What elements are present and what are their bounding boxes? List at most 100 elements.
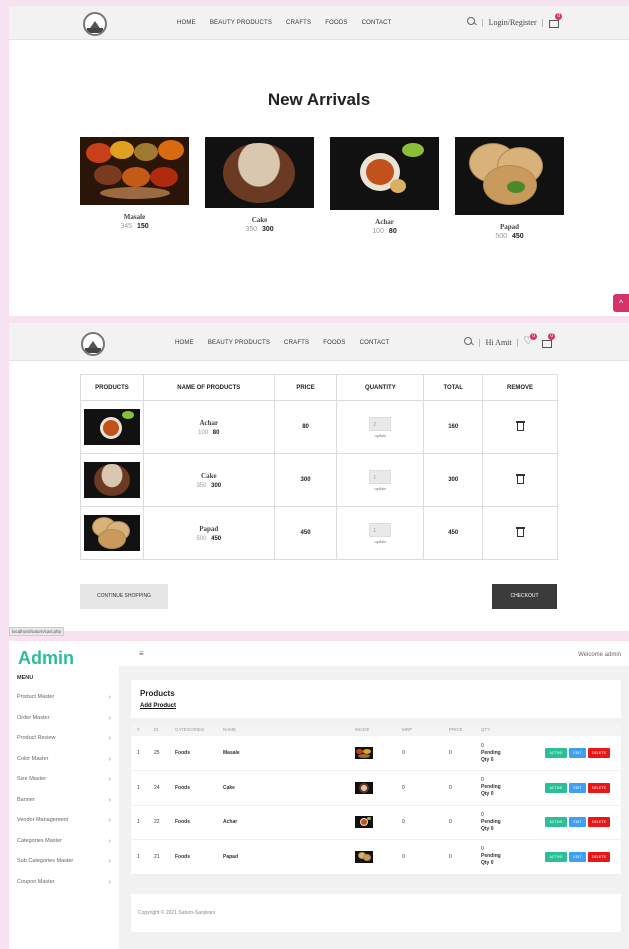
admin-panel: Admin MENU Product Master › Order Master ›… (9, 641, 629, 949)
sidebar-item-banner[interactable]: Banner › (17, 797, 111, 804)
checkout-button[interactable]: CHECKOUT (492, 584, 557, 609)
nav-crafts[interactable]: CRAFTS (286, 20, 311, 26)
product-name[interactable]: Achar (330, 218, 439, 226)
product-card-achar[interactable]: Achar 100 80 (330, 137, 439, 235)
nav-foods[interactable]: FOODS (323, 340, 345, 346)
col-products: PRODUCTS (80, 374, 144, 401)
cart-product-name[interactable]: Achar (144, 419, 274, 427)
quantity-input[interactable]: 1 (369, 522, 392, 537)
col-price: PRICE (443, 723, 475, 736)
edit-button[interactable]: EDIT (569, 817, 586, 828)
continue-shopping-button[interactable]: CONTINUE SHOPPING (80, 584, 168, 609)
row-name: Papad (217, 839, 349, 875)
sidebar-item-product-master[interactable]: Product Master › (17, 694, 111, 701)
row-name: Cake (217, 770, 349, 806)
row-mrp: 0 (396, 770, 443, 806)
update-link[interactable]: update (337, 433, 423, 438)
cart-product-name[interactable]: Papad (144, 525, 274, 533)
add-product-link[interactable]: Add Product (140, 703, 176, 709)
active-button[interactable]: ACTIVE (545, 748, 567, 758)
delete-button[interactable]: DELETE (588, 748, 610, 758)
pending-label: Pending (481, 853, 501, 860)
edit-button[interactable]: EDIT (569, 851, 586, 862)
chevron-right-icon: › (108, 755, 111, 763)
edit-button[interactable]: EDIT (569, 782, 586, 793)
storefront-home: HOME BEAUTY PRODUCTS CRAFTS FOODS CONTAC… (9, 6, 629, 316)
row-price: 0 (443, 770, 475, 806)
row-id: 21 (148, 839, 169, 875)
cart-bag-icon[interactable]: 0 (541, 333, 556, 348)
product-card-papad[interactable]: Papad 500 450 (455, 137, 564, 240)
brand-logo[interactable] (83, 12, 107, 36)
nav-contact[interactable]: CONTACT (362, 20, 392, 26)
row-id: 25 (148, 736, 169, 771)
qty-line: Qty 0 (481, 756, 494, 763)
brand-logo[interactable] (81, 332, 105, 356)
nav-home[interactable]: HOME (175, 340, 194, 346)
active-button[interactable]: ACTIVE (545, 817, 567, 828)
delete-button[interactable]: DELETE (588, 782, 610, 793)
col-name: NAME (217, 723, 349, 736)
scroll-to-top-button[interactable]: ^ (613, 294, 629, 312)
admin-sidebar: Admin MENU Product Master › Order Master ›… (9, 641, 119, 949)
search-icon[interactable] (467, 17, 477, 27)
product-thumbnail[interactable] (83, 409, 140, 445)
hamburger-menu-icon[interactable]: ≡ (139, 649, 144, 658)
sidebar-item-sub-categories-master[interactable]: Sub Categories Master › (17, 858, 111, 865)
product-price: 500 450 (455, 233, 564, 240)
product-thumbnail[interactable] (83, 515, 140, 551)
login-register-link[interactable]: Login/Register (489, 18, 537, 27)
trash-icon[interactable] (515, 421, 525, 431)
nav-crafts[interactable]: CRAFTS (284, 340, 309, 346)
product-image[interactable] (80, 137, 189, 205)
quantity-input[interactable]: 1 (369, 469, 392, 484)
delete-button[interactable]: DELETE (588, 817, 610, 828)
sidebar-item-coupon-master[interactable]: Coupon Master › (17, 879, 111, 886)
cart-bag-icon[interactable]: 0 (548, 13, 563, 28)
product-price: 345 150 (80, 223, 189, 230)
user-greeting[interactable]: Hi Amit (486, 338, 512, 347)
nav-beauty-products[interactable]: BEAUTY PRODUCTS (210, 20, 272, 26)
sale-price: 80 (388, 228, 397, 235)
row-category: Foods (169, 805, 217, 840)
product-name[interactable]: Cake (205, 216, 314, 224)
qty-value: 0 (481, 811, 484, 818)
product-image[interactable] (330, 137, 439, 210)
nav-contact[interactable]: CONTACT (360, 340, 390, 346)
sidebar-item-order-master[interactable]: Order Master › (17, 715, 111, 722)
row-image (355, 747, 373, 759)
product-name[interactable]: Masale (80, 213, 189, 221)
sidebar-item-product-review[interactable]: Product Review › (17, 735, 111, 742)
menu-heading: MENU (17, 675, 34, 681)
nav-foods[interactable]: FOODS (325, 20, 347, 26)
active-button[interactable]: ACTIVE (545, 782, 567, 793)
product-thumbnail[interactable] (83, 462, 140, 498)
sidebar-item-categories-master[interactable]: Categories Master › (17, 838, 111, 845)
product-image[interactable] (205, 137, 314, 208)
wishlist-heart-icon[interactable]: 0 (523, 333, 538, 347)
update-link[interactable]: update (337, 486, 423, 491)
admin-logo[interactable]: Admin (18, 648, 74, 669)
quantity-input[interactable]: 2 (369, 416, 392, 431)
divider: | (541, 17, 544, 27)
search-icon[interactable] (464, 337, 474, 347)
col-index: # (131, 723, 148, 736)
trash-icon[interactable] (515, 527, 525, 537)
delete-button[interactable]: DELETE (588, 851, 610, 862)
product-image[interactable] (455, 137, 564, 215)
trash-icon[interactable] (515, 474, 525, 484)
sidebar-item-color-master[interactable]: Color Master › (17, 756, 111, 763)
product-card-cake[interactable]: Cake 350 300 (205, 137, 314, 233)
product-name[interactable]: Papad (455, 223, 564, 231)
sidebar-item-size-master[interactable]: Size Master › (17, 776, 111, 783)
product-card-masale[interactable]: Masale 345 150 (80, 137, 189, 230)
col-mrp: MRP (396, 723, 443, 736)
col-quantity: QUANTITY (336, 374, 425, 401)
active-button[interactable]: ACTIVE (545, 851, 567, 862)
edit-button[interactable]: EDIT (569, 748, 586, 758)
cart-product-name[interactable]: Cake (144, 472, 274, 480)
update-link[interactable]: update (337, 539, 423, 544)
nav-home[interactable]: HOME (177, 20, 196, 26)
nav-beauty-products[interactable]: BEAUTY PRODUCTS (208, 340, 270, 346)
sidebar-item-vendor-management[interactable]: Vendor Management › (17, 817, 111, 824)
